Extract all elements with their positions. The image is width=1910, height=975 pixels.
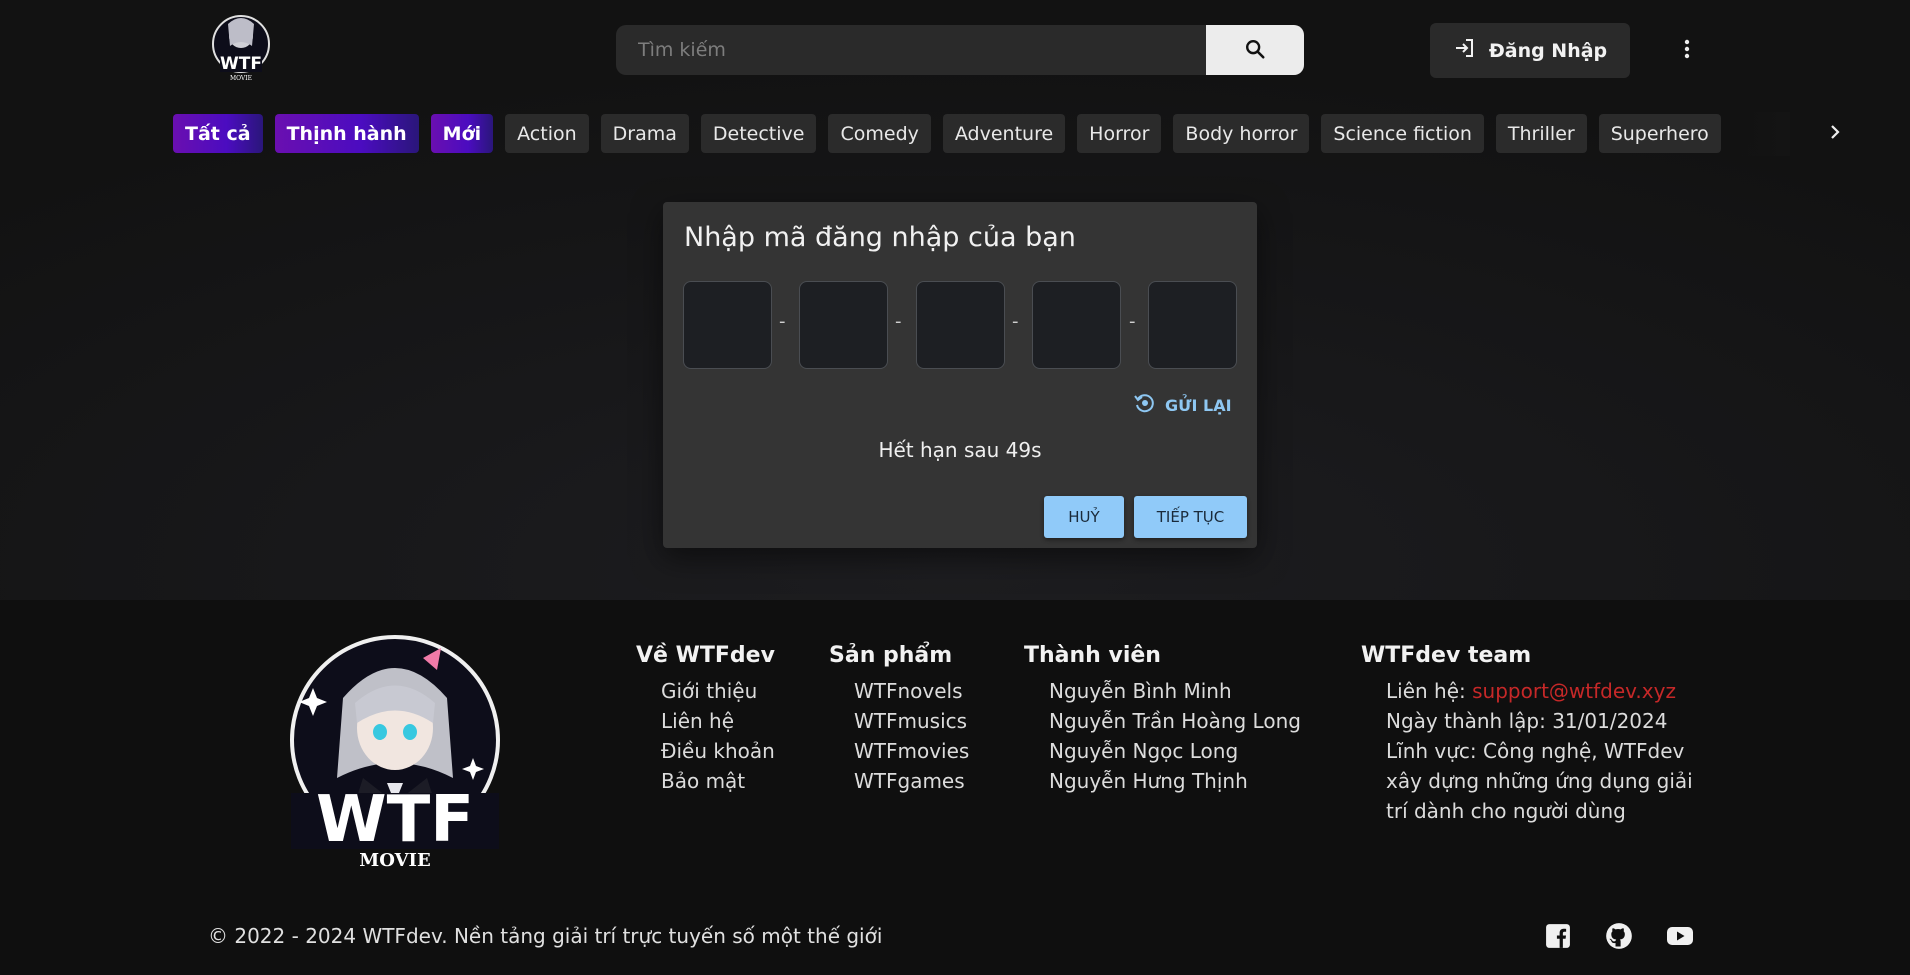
github-link[interactable]	[1605, 922, 1633, 954]
login-label: Đăng Nhập	[1488, 39, 1608, 62]
search-icon	[1244, 38, 1266, 63]
chip-scroll-right-button[interactable]	[1820, 118, 1850, 150]
login-icon	[1453, 36, 1477, 65]
refresh-icon	[1133, 391, 1157, 419]
code-separator: -	[895, 311, 902, 332]
code-digit-1[interactable]	[683, 281, 772, 369]
genre-chip-all[interactable]: Tất cả	[173, 114, 263, 153]
footer-col-title: Thành viên	[1024, 643, 1161, 668]
genre-chip-adventure[interactable]: Adventure	[942, 114, 1066, 153]
footer-col-products: Sản phẩm WTFnovels WTFmusics WTFmovies W…	[829, 643, 969, 796]
footer-member: Nguyễn Trần Hoàng Long	[1049, 709, 1301, 733]
genre-chip-detective[interactable]: Detective	[700, 114, 817, 153]
contact-email-link[interactable]: support@wtfdev.xyz	[1472, 679, 1676, 703]
field-text: Lĩnh vực: Công nghệ, WTFdev	[1386, 739, 1685, 763]
code-digit-5[interactable]	[1148, 281, 1237, 369]
code-digit-2[interactable]	[799, 281, 888, 369]
footer-link[interactable]: WTFmovies	[854, 736, 969, 766]
resend-button[interactable]: GỬI LẠI	[1133, 391, 1232, 419]
footer-col-team: WTFdev team Liên hệ: support@wtfdev.xyz …	[1361, 643, 1721, 826]
code-digit-4[interactable]	[1032, 281, 1121, 369]
expire-countdown: Hết hạn sau 49s	[878, 438, 1042, 462]
footer-link[interactable]: WTFmusics	[854, 706, 969, 736]
contact-line: Liên hệ: support@wtfdev.xyz	[1386, 676, 1721, 706]
chip-fade	[1740, 112, 1790, 156]
footer-member: Nguyễn Ngọc Long	[1049, 739, 1239, 763]
genre-chip-thriller[interactable]: Thriller	[1495, 114, 1587, 153]
footer-link[interactable]: WTFnovels	[854, 676, 969, 706]
footer-link[interactable]: Điều khoản	[661, 736, 775, 766]
resend-label: GỬI LẠI	[1165, 395, 1232, 415]
genre-chip-science-fiction[interactable]: Science fiction	[1321, 114, 1484, 153]
search-input[interactable]	[616, 25, 1206, 75]
code-separator: -	[1129, 311, 1136, 332]
copyright-text: © 2022 - 2024 WTFdev. Nền tảng giải trí …	[208, 924, 883, 948]
chevron-right-icon	[1829, 124, 1841, 144]
youtube-link[interactable]	[1666, 924, 1694, 952]
footer-col-members: Thành viên Nguyễn Bình Minh Nguyễn Trần …	[1024, 643, 1301, 796]
footer-col-about: Về WTFdev Giới thiệu Liên hệ Điều khoản …	[636, 643, 775, 796]
code-separator: -	[779, 311, 786, 332]
founded-date: Ngày thành lập: 31/01/2024	[1386, 709, 1668, 733]
genre-chip-comedy[interactable]: Comedy	[828, 114, 931, 153]
site-logo[interactable]: WTF MOVIE	[208, 14, 274, 84]
footer-col-title: WTFdev team	[1361, 643, 1532, 668]
svg-text:MOVIE: MOVIE	[359, 850, 430, 871]
footer-link[interactable]: Liên hệ	[661, 706, 775, 736]
genre-chip-superhero[interactable]: Superhero	[1598, 114, 1721, 153]
footer-col-title: Về WTFdev	[636, 643, 775, 668]
field-text: xây dựng những ứng dụng giải	[1386, 769, 1693, 793]
facebook-icon	[1545, 923, 1571, 953]
login-button[interactable]: Đăng Nhập	[1430, 23, 1630, 78]
more-vertical-icon	[1684, 39, 1690, 63]
footer-member: Nguyễn Bình Minh	[1049, 679, 1232, 703]
youtube-icon	[1666, 925, 1694, 951]
svg-text:MOVIE: MOVIE	[230, 75, 252, 82]
genre-chip-list: Tất cả Thịnh hành Mới Action Drama Detec…	[173, 114, 1789, 154]
svg-text:WTF: WTF	[220, 54, 262, 74]
github-icon	[1605, 922, 1633, 954]
code-digit-3[interactable]	[916, 281, 1005, 369]
footer-member: Nguyễn Hưng Thịnh	[1049, 769, 1248, 793]
login-code-dialog: Nhập mã đăng nhập của bạn - - - - GỬI LẠ…	[663, 202, 1257, 548]
contact-label: Liên hệ:	[1386, 679, 1473, 703]
search-button[interactable]	[1206, 25, 1304, 75]
genre-chip-body-horror[interactable]: Body horror	[1173, 114, 1310, 153]
genre-chip-drama[interactable]: Drama	[600, 114, 689, 153]
search-bar	[616, 25, 1304, 75]
genre-chip-action[interactable]: Action	[505, 114, 589, 153]
svg-text:WTF: WTF	[316, 783, 474, 857]
footer-link[interactable]: Bảo mật	[661, 766, 775, 796]
footer-link[interactable]: WTFgames	[854, 766, 969, 796]
cancel-button[interactable]: HUỶ	[1044, 496, 1124, 538]
footer-link[interactable]: Giới thiệu	[661, 676, 775, 706]
more-menu-button[interactable]	[1672, 35, 1702, 67]
field-text: trí dành cho người dùng	[1386, 799, 1626, 823]
facebook-link[interactable]	[1544, 924, 1572, 952]
genre-chip-horror[interactable]: Horror	[1077, 114, 1162, 153]
footer-col-title: Sản phẩm	[829, 643, 953, 668]
genre-chip-trending[interactable]: Thịnh hành	[274, 114, 419, 153]
code-separator: -	[1012, 311, 1019, 332]
dialog-title: Nhập mã đăng nhập của bạn	[684, 222, 1076, 253]
genre-chip-new[interactable]: Mới	[430, 114, 494, 153]
footer-logo: WTF MOVIE	[283, 628, 507, 874]
continue-button[interactable]: TIẾP TỤC	[1134, 496, 1247, 538]
